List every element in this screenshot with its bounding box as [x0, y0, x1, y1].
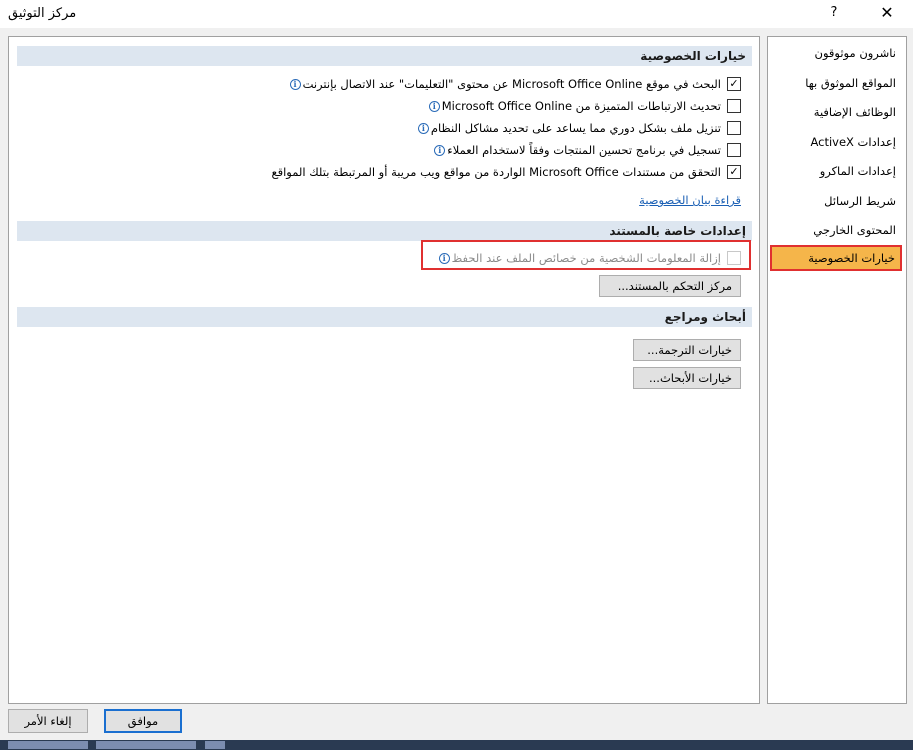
help-button[interactable]: ?: [820, 2, 848, 26]
info-icon: i: [428, 100, 440, 112]
sidebar-item-message-bar[interactable]: شريط الرسائل: [824, 194, 896, 208]
close-button[interactable]: ✕: [870, 2, 904, 26]
taskbar-item[interactable]: [96, 741, 196, 749]
sidebar-item-trusted-publishers[interactable]: ناشرون موثوقون: [815, 46, 896, 60]
document-inspector-button[interactable]: مركز التحكم بالمستند...: [599, 275, 741, 297]
section-header-document: إعدادات خاصة بالمستند: [17, 221, 752, 241]
sidebar-item-external-content[interactable]: المحتوى الخارجي: [813, 223, 896, 237]
taskbar-item[interactable]: [205, 741, 225, 749]
option-check-suspicious-docs[interactable]: ✓ التحقق من مستندات Microsoft Office الو…: [271, 163, 741, 181]
option-label: تحديث الارتباطات المتميزة من Microsoft O…: [441, 99, 721, 113]
info-icon: i: [289, 78, 301, 90]
taskbar: [0, 740, 913, 750]
option-label: البحث في موقع Microsoft Office Online عن…: [302, 77, 721, 91]
checkmark-icon: ✓: [729, 77, 739, 90]
sidebar-item-trusted-locations[interactable]: المواقع الموثوق بها: [805, 76, 896, 90]
checkbox-download-troubleshoot[interactable]: [727, 121, 741, 135]
option-label: تسجيل في برنامج تحسين المنتجات وفقاً لاس…: [447, 143, 721, 157]
sidebar: ناشرون موثوقون المواقع الموثوق بها الوظا…: [767, 36, 907, 704]
title-bar: مركز التوثيق ? ✕: [0, 0, 913, 28]
sidebar-item-macro-settings[interactable]: إعدادات الماكرو: [820, 164, 896, 178]
research-options-button[interactable]: خيارات الأبحاث...: [633, 367, 741, 389]
info-icon: i: [434, 144, 446, 156]
checkbox-check-suspicious-docs[interactable]: ✓: [727, 165, 741, 179]
section-header-research: أبحاث ومراجع: [17, 307, 752, 327]
info-icon: i: [417, 122, 429, 134]
sidebar-item-add-ins[interactable]: الوظائف الإضافية: [814, 105, 896, 119]
option-update-links[interactable]: تحديث الارتباطات المتميزة من Microsoft O…: [428, 97, 741, 115]
option-customer-experience[interactable]: تسجيل في برنامج تحسين المنتجات وفقاً لاس…: [434, 141, 741, 159]
ok-button[interactable]: موافق: [104, 709, 182, 733]
cancel-button[interactable]: إلغاء الأمر: [8, 709, 88, 733]
option-label: التحقق من مستندات Microsoft Office الوار…: [271, 165, 721, 179]
sidebar-item-privacy-options[interactable]: خيارات الخصوصية: [770, 245, 902, 271]
section-header-privacy: خيارات الخصوصية: [17, 46, 752, 66]
sidebar-item-activex-settings[interactable]: إعدادات ActiveX: [810, 135, 896, 149]
option-label: تنزيل ملف بشكل دوري مما يساعد على تحديد …: [430, 121, 721, 135]
checkmark-icon: ✓: [729, 165, 739, 178]
translation-options-button[interactable]: خيارات الترجمة...: [633, 339, 741, 361]
main-panel: خيارات الخصوصية ✓ البحث في موقع Microsof…: [8, 36, 760, 704]
taskbar-item[interactable]: [8, 741, 88, 749]
checkbox-customer-experience[interactable]: [727, 143, 741, 157]
option-search-help-online[interactable]: ✓ البحث في موقع Microsoft Office Online …: [289, 75, 741, 93]
window-title: مركز التوثيق: [8, 6, 77, 21]
option-download-troubleshoot[interactable]: تنزيل ملف بشكل دوري مما يساعد على تحديد …: [417, 119, 741, 137]
highlight-box: [421, 240, 751, 270]
checkbox-update-links[interactable]: [727, 99, 741, 113]
privacy-statement-link[interactable]: قراءة بيان الخصوصية: [639, 193, 741, 207]
checkbox-search-help-online[interactable]: ✓: [727, 77, 741, 91]
